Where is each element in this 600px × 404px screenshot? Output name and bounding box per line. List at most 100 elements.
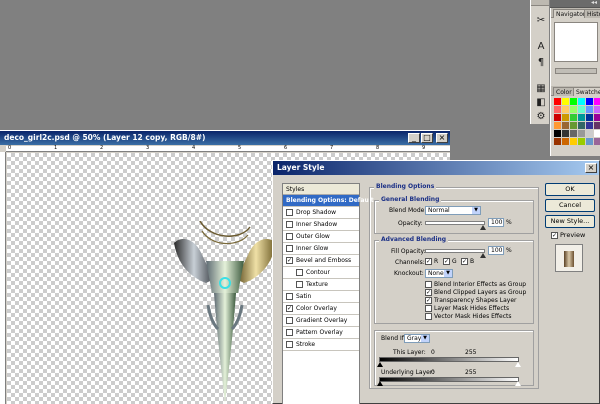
collapse-arrows-icon[interactable]: ◂◂ [591,0,597,6]
color-swatch[interactable] [586,106,593,113]
underlying-white-point[interactable] [515,381,521,386]
close-button[interactable]: × [436,133,448,143]
opacity-slider[interactable] [425,221,486,230]
knockout-select[interactable]: None ▼ [425,269,453,278]
tab-color[interactable]: Color [553,87,575,96]
color-swatch[interactable] [554,130,561,137]
advanced-option-checkbox[interactable]: Vector Mask Hides Effects [425,313,512,320]
style-checkbox[interactable]: ✓ [286,257,293,264]
color-swatch[interactable] [554,106,561,113]
fill-opacity-slider-knob[interactable] [480,253,486,258]
color-swatch[interactable] [586,138,593,145]
color-swatch[interactable] [586,114,593,121]
color-swatch[interactable] [570,130,577,137]
style-item[interactable]: Pattern Overlay [283,327,359,339]
channel-g-checkbox[interactable]: ✓ G [443,258,457,265]
style-checkbox[interactable] [286,293,293,300]
color-swatch[interactable] [554,98,561,105]
tools-icon[interactable]: ✂ [534,14,548,28]
style-checkbox[interactable] [286,341,293,348]
style-item[interactable]: Outer Glow [283,231,359,243]
style-item[interactable]: Gradient Overlay [283,315,359,327]
style-item[interactable]: Blending Options: Default [283,195,374,207]
color-swatch[interactable] [594,114,600,121]
color-swatch[interactable] [578,122,585,129]
advanced-option-checkbox[interactable]: ✓ Blend Clipped Layers as Group [425,289,526,296]
style-item[interactable]: Drop Shadow [283,207,359,219]
color-swatch[interactable] [554,122,561,129]
opacity-slider-knob[interactable] [480,225,486,230]
color-swatch[interactable] [570,98,577,105]
minimize-button[interactable]: _ [408,133,420,143]
color-swatch[interactable] [578,138,585,145]
new-style-button[interactable]: New Style... [545,215,595,228]
channel-r-checkbox[interactable]: ✓ R [425,258,438,265]
color-swatch[interactable] [562,106,569,113]
style-item[interactable]: Contour [283,267,359,279]
tab-swatches[interactable]: Swatche [573,87,600,96]
advanced-option-checkbox[interactable]: Blend Interior Effects as Group [425,281,526,288]
style-item[interactable]: Inner Shadow [283,219,359,231]
style-item[interactable]: Satin [283,291,359,303]
color-swatch[interactable] [562,138,569,145]
channel-b-checkbox[interactable]: ✓ B [461,258,474,265]
blend-mode-select[interactable]: Normal ▼ [425,206,481,215]
style-item[interactable]: Texture [283,279,359,291]
style-checkbox[interactable] [286,245,293,252]
tool-strip-grip[interactable] [531,0,549,6]
brushes-icon[interactable]: ▦ [534,82,548,96]
dialog-title-bar[interactable]: Layer Style × [273,161,599,175]
paragraph-icon[interactable]: ¶ [534,56,548,70]
vertical-ruler[interactable] [0,152,6,404]
color-swatch[interactable] [578,106,585,113]
styles-header[interactable]: Styles [283,184,359,195]
tab-histogram[interactable]: Histo [584,9,600,18]
style-checkbox[interactable] [296,269,303,276]
color-swatch[interactable] [562,122,569,129]
advanced-option-checkbox[interactable]: ✓ Transparency Shapes Layer [425,297,516,304]
maximize-button[interactable]: □ [421,133,433,143]
style-checkbox[interactable] [296,281,303,288]
opacity-input[interactable]: 100 [488,218,504,227]
color-swatch[interactable] [578,114,585,121]
style-item[interactable]: ✓ Color Overlay [283,303,359,315]
color-swatch[interactable] [570,122,577,129]
ok-button[interactable]: OK [545,183,595,196]
style-checkbox[interactable] [286,209,293,216]
color-swatch[interactable] [562,98,569,105]
style-checkbox[interactable] [286,329,293,336]
style-checkbox[interactable] [286,317,293,324]
navigator-zoom-slider[interactable] [555,68,597,74]
navigator-preview[interactable] [554,22,598,62]
color-swatch[interactable] [578,98,585,105]
color-swatch[interactable] [594,130,600,137]
layer-comps-icon[interactable]: ◧ [534,96,548,110]
color-swatch[interactable] [570,138,577,145]
color-swatch[interactable] [586,130,593,137]
style-checkbox[interactable]: ✓ [286,305,293,312]
cancel-button[interactable]: Cancel [545,199,595,212]
color-swatch[interactable] [562,130,569,137]
color-swatch[interactable] [594,122,600,129]
color-swatch[interactable] [594,138,600,145]
color-swatch[interactable] [570,114,577,121]
color-swatch[interactable] [586,98,593,105]
horizontal-ruler[interactable]: 0 1 2 3 4 5 6 7 8 9 [6,145,450,152]
blend-if-select[interactable]: Gray ▼ [404,334,430,343]
color-swatch[interactable] [570,106,577,113]
color-swatch[interactable] [594,106,600,113]
this-layer-white-point[interactable] [515,362,521,367]
color-swatch[interactable] [554,138,561,145]
color-swatch[interactable] [594,98,600,105]
tool-presets-icon[interactable]: ⚙ [534,110,548,124]
color-swatch[interactable] [562,114,569,121]
underlying-black-point[interactable] [377,381,383,386]
style-checkbox[interactable] [286,233,293,240]
style-item[interactable]: Inner Glow [283,243,359,255]
fill-opacity-input[interactable]: 100 [488,246,504,255]
character-icon[interactable]: A [534,40,548,54]
style-checkbox[interactable] [286,221,293,228]
color-swatch[interactable] [554,114,561,121]
color-swatch[interactable] [586,122,593,129]
preview-checkbox[interactable]: ✓ Preview [551,231,585,239]
